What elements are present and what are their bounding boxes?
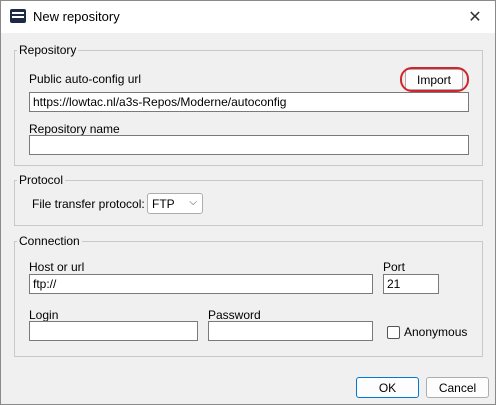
repository-name-label: Repository name xyxy=(29,122,120,136)
repository-legend: Repository xyxy=(19,43,77,57)
import-highlight-ring xyxy=(400,67,469,92)
auto-config-url-input[interactable]: https://lowtac.nl/a3s-Repos/Moderne/auto… xyxy=(29,92,469,112)
close-icon[interactable]: ✕ xyxy=(455,1,495,33)
protocol-legend: Protocol xyxy=(19,173,64,187)
anonymous-label[interactable]: Anonymous xyxy=(404,325,467,339)
title-bar: New repository ✕ xyxy=(1,1,495,33)
protocol-select-value: FTP xyxy=(152,196,175,211)
chevron-down-icon: ⌵ xyxy=(189,197,197,208)
port-label: Port xyxy=(383,260,406,274)
host-label: Host or url xyxy=(29,260,85,274)
cancel-button[interactable]: Cancel xyxy=(426,377,489,398)
anonymous-checkbox[interactable] xyxy=(387,326,400,339)
ok-button[interactable]: OK xyxy=(356,377,419,398)
auto-config-url-label: Public auto-config url xyxy=(29,72,142,86)
dialog-window: New repository ✕ Repository Public auto-… xyxy=(0,0,496,405)
host-input[interactable]: ftp:// xyxy=(29,274,373,294)
connection-legend: Connection xyxy=(19,234,80,248)
login-label: Login xyxy=(29,308,59,322)
password-input[interactable] xyxy=(208,321,373,341)
port-input[interactable]: 21 xyxy=(383,274,439,294)
login-input[interactable] xyxy=(29,321,198,341)
repository-name-input[interactable] xyxy=(29,135,469,155)
app-logo-icon xyxy=(10,9,26,23)
window-title: New repository xyxy=(33,9,120,24)
protocol-select[interactable]: FTP ⌵ xyxy=(147,193,203,214)
password-label: Password xyxy=(208,308,261,322)
file-transfer-protocol-label: File transfer protocol: xyxy=(32,197,145,211)
